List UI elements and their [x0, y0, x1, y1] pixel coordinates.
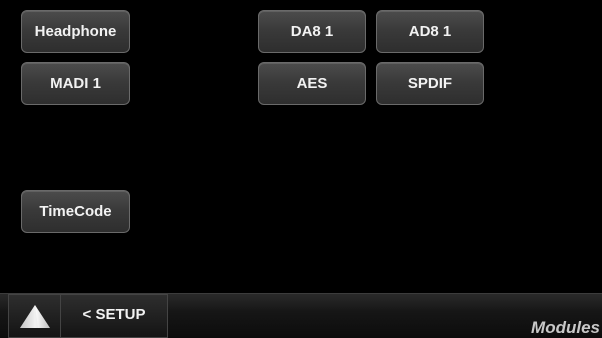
- page-title: Modules: [531, 318, 600, 337]
- back-to-setup-label: < SETUP: [82, 306, 146, 323]
- timecode-module-label: TimeCode: [39, 203, 112, 220]
- modules-screen: Headphone MADI 1 TimeCode DA8 1 AD8 1 AE…: [0, 0, 602, 338]
- da8-1-module-button[interactable]: DA8 1: [258, 10, 366, 53]
- ad8-1-module-button[interactable]: AD8 1: [376, 10, 484, 53]
- bottom-navigation-bar: < SETUP Modules: [0, 293, 602, 338]
- aes-module-label: AES: [296, 75, 328, 92]
- spdif-module-button[interactable]: SPDIF: [376, 62, 484, 105]
- headphone-module-label: Headphone: [34, 23, 117, 40]
- headphone-module-button[interactable]: Headphone: [21, 10, 130, 53]
- aes-module-button[interactable]: AES: [258, 62, 366, 105]
- da8-1-module-label: DA8 1: [290, 23, 334, 40]
- madi-1-module-label: MADI 1: [50, 75, 101, 92]
- ad8-1-module-label: AD8 1: [408, 23, 452, 40]
- home-button[interactable]: [8, 294, 61, 338]
- triangle-logo-icon: [19, 305, 50, 328]
- timecode-module-button[interactable]: TimeCode: [21, 190, 130, 233]
- madi-1-module-button[interactable]: MADI 1: [21, 62, 130, 105]
- back-to-setup-button[interactable]: < SETUP: [61, 294, 168, 338]
- spdif-module-label: SPDIF: [407, 75, 453, 92]
